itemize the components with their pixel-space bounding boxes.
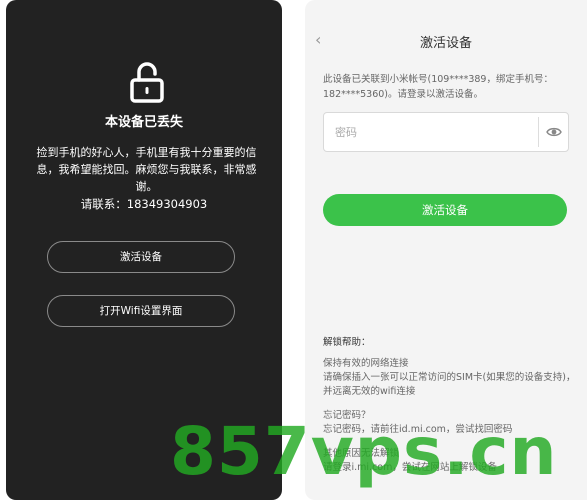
help-item-text: 忘记密码，请前往id.mi.com，尝试找回密码 <box>323 424 513 435</box>
help-item: 忘记密码？ 忘记密码，请前往id.mi.com，尝试找回密码 <box>323 409 578 437</box>
lost-device-panel: 本设备已丢失 捡到手机的好心人，手机里有我十分重要的信息，我希望能找回。麻烦您与… <box>6 0 282 500</box>
divider <box>538 117 539 147</box>
unlock-icon <box>130 62 164 103</box>
eye-icon[interactable] <box>546 124 562 140</box>
page-title: 激活设备 <box>419 36 472 51</box>
contact-number: 请联系：18349304903 <box>80 197 208 211</box>
lost-message: 捡到手机的好心人，手机里有我十分重要的信息，我希望能找回。麻烦您与我联系，非常感… <box>36 146 257 193</box>
activate-device-panel: ‹ 激活设备 此设备已关联到小米帐号(109****389，绑定手机号：182*… <box>305 0 587 500</box>
activate-device-submit-button[interactable]: 激活设备 <box>323 194 567 226</box>
help-item-text: 请登录i.mi.com，尝试在网站上解锁设备 <box>323 462 497 473</box>
help-item-text: 请确保插入一张可以正常访问的SIM卡(如果您的设备支持)，并远离无效的wifi连… <box>323 372 576 397</box>
help-item-heading: 忘记密码？ <box>323 410 371 421</box>
password-input[interactable] <box>324 113 524 151</box>
help-item-heading: 其他原因无法解锁 <box>323 448 400 459</box>
account-description: 此设备已关联到小米帐号(109****389，绑定手机号：182****5360… <box>323 74 553 100</box>
help-item-heading: 保持有效的网络连接 <box>323 358 409 369</box>
lost-title: 本设备已丢失 <box>104 115 183 130</box>
help-item: 保持有效的网络连接 请确保插入一张可以正常访问的SIM卡(如果您的设备支持)，并… <box>323 357 578 399</box>
help-title: 解锁帮助： <box>323 337 371 348</box>
help-item: 其他原因无法解锁 请登录i.mi.com，尝试在网站上解锁设备 <box>323 447 578 475</box>
open-wifi-settings-button[interactable]: 打开Wifi设置界面 <box>47 295 235 327</box>
password-field <box>323 112 569 152</box>
activate-device-button[interactable]: 激活设备 <box>47 241 235 273</box>
